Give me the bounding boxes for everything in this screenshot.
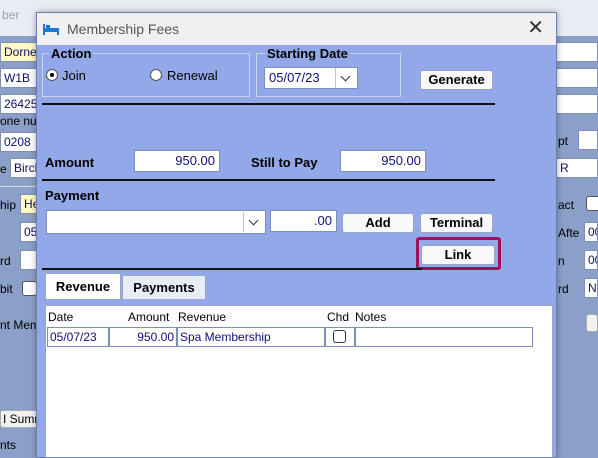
payment-amount-field[interactable]: .00: [270, 210, 337, 232]
header-chd: Chd: [327, 310, 350, 324]
divider-top: [42, 103, 495, 105]
bg-label-debit: bit: [0, 282, 13, 296]
row-notes[interactable]: [355, 327, 533, 347]
bg-label-contact: act: [558, 198, 575, 212]
still-to-pay-field[interactable]: 950.00: [340, 150, 426, 172]
header-revenue: Revenue: [178, 310, 227, 324]
membership-fees-dialog: Membership Fees ✕ Action Join Renewal St…: [36, 12, 557, 458]
bg-field-name[interactable]: Dorne: [0, 42, 40, 62]
dialog-title: Membership Fees: [67, 21, 180, 37]
bg-checkbox-debit[interactable]: [22, 281, 37, 296]
join-label: Join: [62, 68, 86, 83]
bg-field-postcode[interactable]: W1B: [0, 68, 40, 88]
payment-label: Payment: [45, 188, 100, 203]
add-button[interactable]: Add: [342, 213, 414, 233]
bg-label-after: Afte: [558, 226, 580, 240]
bg-field-no[interactable]: No: [584, 278, 598, 298]
still-to-pay-label: Still to Pay: [251, 155, 318, 170]
starting-date-field[interactable]: 05/07/23: [264, 67, 358, 89]
bg-field-dept[interactable]: [578, 130, 598, 150]
bg-label-rd: rd: [0, 254, 11, 268]
bg-field-right-2[interactable]: [556, 68, 598, 88]
row-revenue[interactable]: Spa Membership: [177, 327, 325, 347]
chevron-down-icon[interactable]: [335, 68, 357, 88]
amount-field[interactable]: 950.00: [134, 150, 220, 172]
divider-middle: [42, 179, 495, 181]
chd-checkbox[interactable]: [333, 330, 346, 343]
row-chd-cell[interactable]: [325, 327, 355, 347]
bg-label-n: n: [558, 254, 565, 268]
row-date[interactable]: 05/07/23: [47, 327, 109, 347]
bg-label-membership: hip: [0, 198, 17, 212]
tab-revenue[interactable]: Revenue: [45, 273, 121, 299]
table-row[interactable]: 05/07/23 950.00 Spa Membership: [47, 327, 533, 349]
bg-field-right-3[interactable]: [556, 94, 598, 114]
bg-button-summary[interactable]: I Summ: [0, 410, 44, 428]
join-radio[interactable]: [46, 69, 58, 81]
divider-bottom: [42, 268, 422, 270]
bg-field-right-1[interactable]: [556, 42, 598, 62]
tab-payments[interactable]: Payments: [122, 275, 206, 299]
bg-field-phone[interactable]: 0208: [0, 132, 40, 152]
terminal-button[interactable]: Terminal: [420, 213, 493, 233]
row-amount[interactable]: 950.00: [109, 327, 177, 347]
amount-label: Amount: [45, 155, 95, 170]
bg-label-nts: nts: [0, 438, 17, 452]
bg-label-rd-right: rd: [558, 282, 569, 296]
header-notes: Notes: [355, 310, 387, 324]
bg-separator: [0, 186, 40, 187]
close-icon[interactable]: ✕: [527, 17, 544, 39]
bg-label-member: nt Mem: [0, 318, 41, 332]
renewal-label: Renewal: [167, 68, 218, 83]
header-date: Date: [48, 310, 74, 324]
bg-label-dept: pt: [558, 134, 569, 148]
bg-checkbox-contact[interactable]: [586, 196, 598, 211]
bg-field-after[interactable]: 00: [584, 222, 598, 242]
header-amount: Amount: [128, 310, 170, 324]
starting-date-title: Starting Date: [265, 46, 350, 61]
revenue-grid: Date Amount Revenue Chd Notes 05/07/23 9…: [45, 305, 553, 457]
dialog-titlebar: Membership Fees ✕: [37, 13, 556, 45]
action-group-title: Action: [49, 46, 94, 61]
link-button[interactable]: Link: [421, 245, 495, 265]
bg-button-right[interactable]: [586, 314, 598, 332]
bg-field-r[interactable]: R: [556, 158, 598, 178]
payment-method-select[interactable]: [46, 210, 266, 234]
bg-field-n[interactable]: 00: [584, 250, 598, 270]
renewal-radio[interactable]: [150, 69, 162, 81]
bg-label-phone: one nur: [0, 114, 41, 128]
background-title: ber: [2, 8, 20, 22]
payment-chevron-down-icon[interactable]: [243, 212, 265, 232]
bg-field-number[interactable]: 26425: [0, 94, 40, 114]
bed-icon: [43, 24, 59, 35]
starting-date-value: 05/07/23: [269, 70, 320, 85]
bg-label-e: e: [0, 162, 7, 176]
generate-button[interactable]: Generate: [420, 70, 493, 90]
